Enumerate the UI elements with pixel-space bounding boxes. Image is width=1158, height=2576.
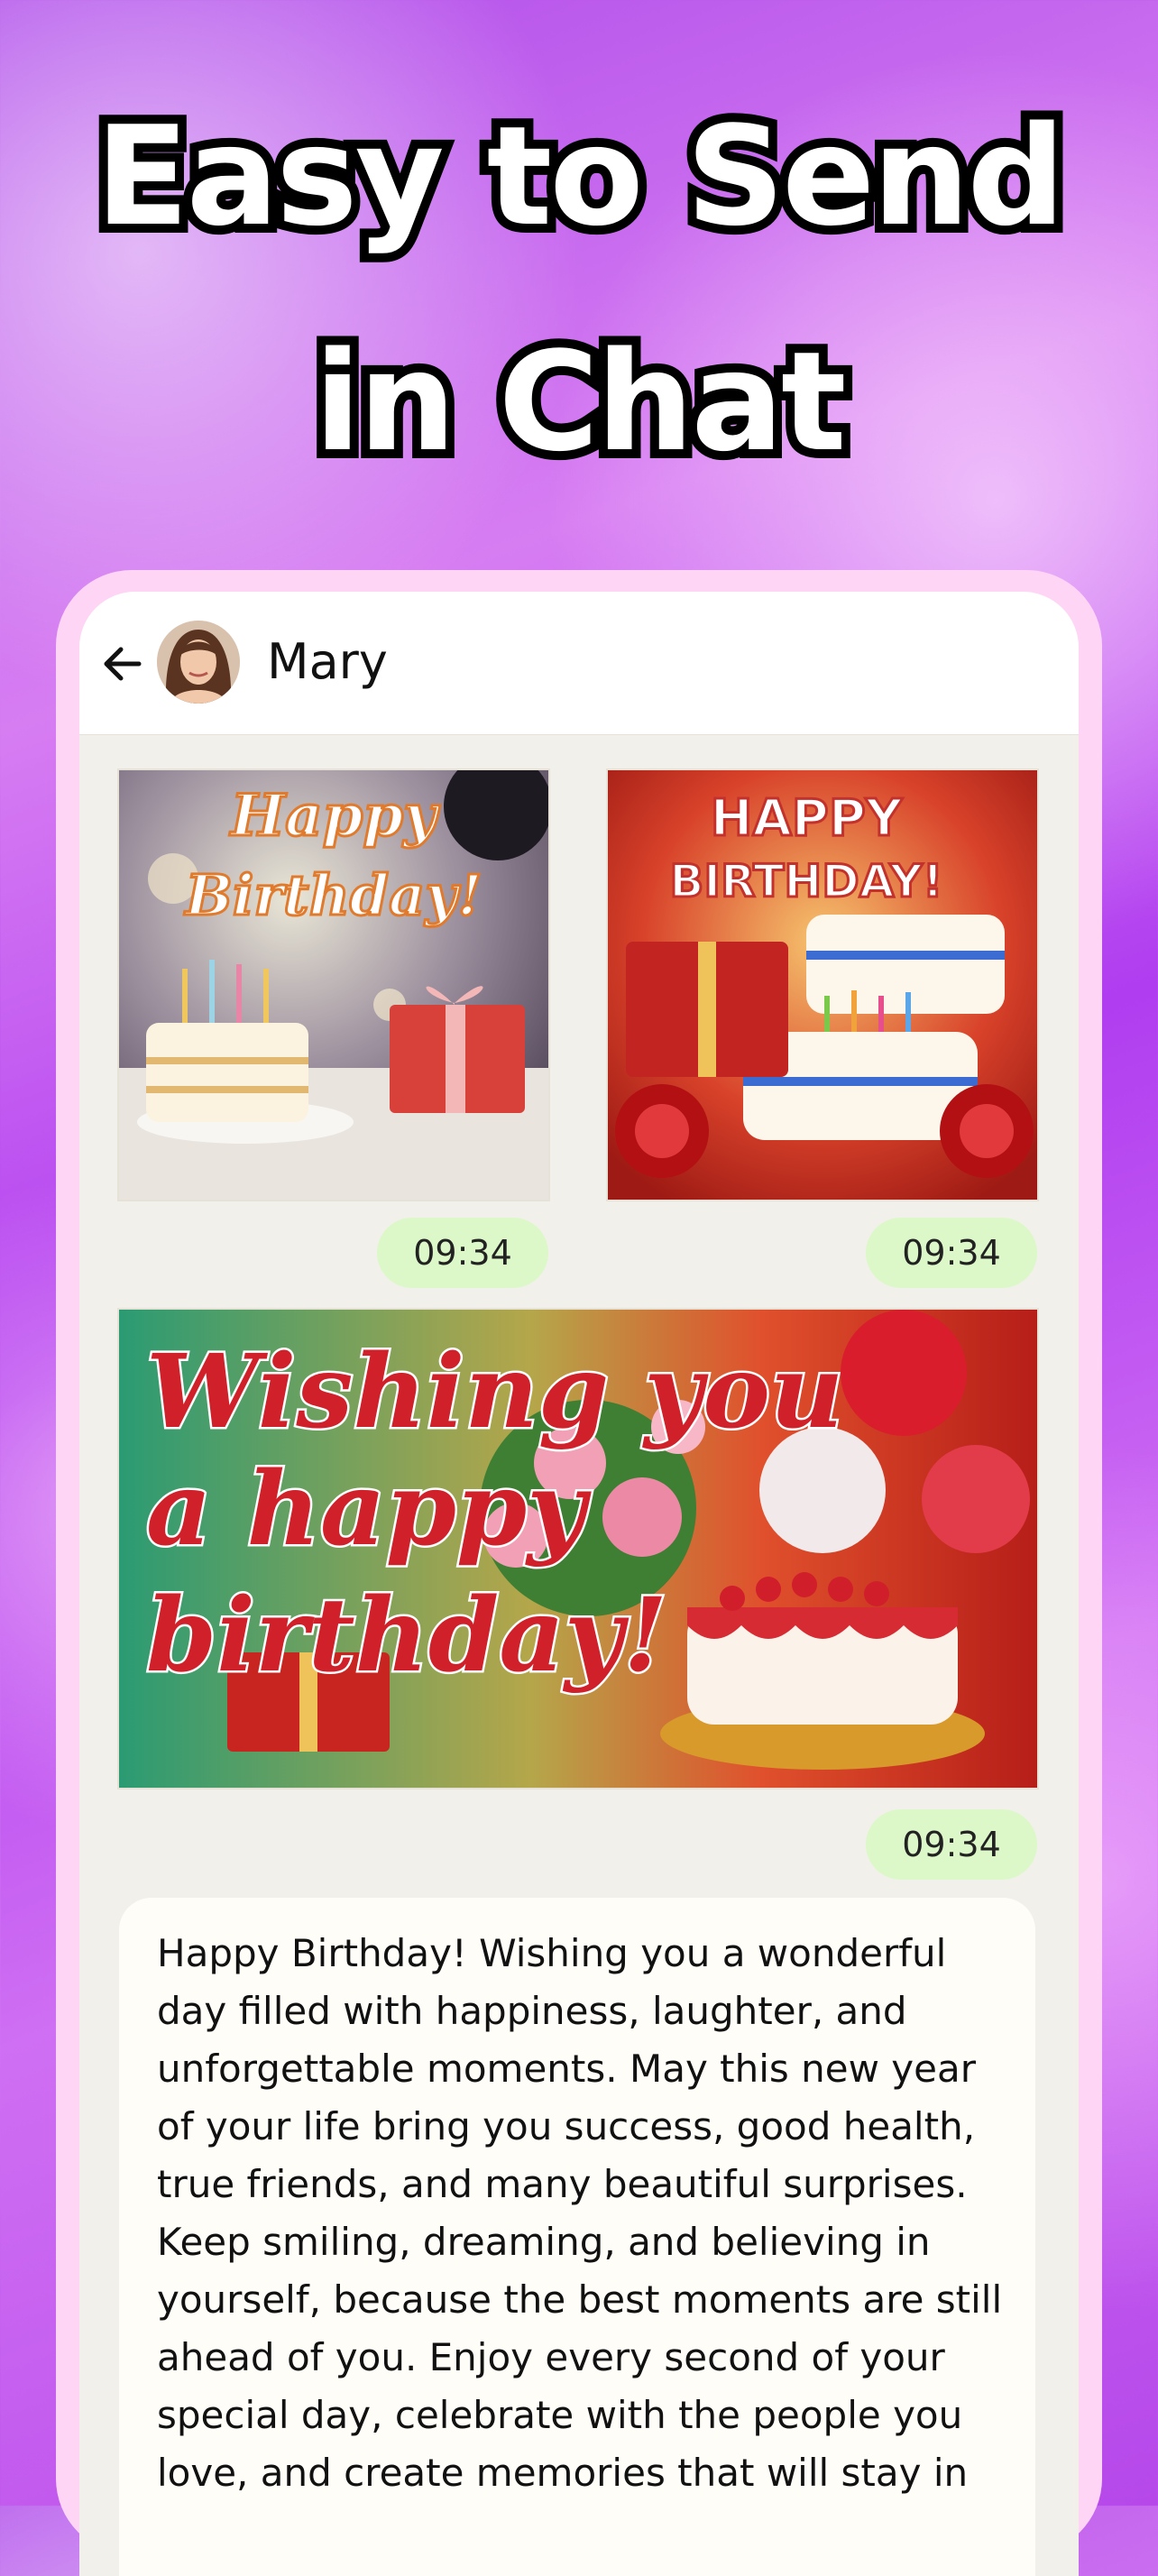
chat-screen: Mary Happy Birthday! 09:34 HAPPY BIRTHDA… bbox=[79, 592, 1079, 2576]
contact-name[interactable]: Mary bbox=[267, 633, 388, 690]
birthday-card-image-3[interactable]: Wishing you a happy birthday! bbox=[117, 1308, 1039, 1789]
text-message-bubble[interactable]: Happy Birthday! Wishing you a wonderful … bbox=[119, 1898, 1035, 2576]
card-3-text-line-1: Wishing you bbox=[146, 1333, 843, 1451]
headline-line-1: Easy to Send bbox=[87, 97, 1074, 256]
birthday-card-image-1[interactable]: Happy Birthday! bbox=[117, 768, 550, 1201]
card-3-text-line-2: a happy bbox=[146, 1450, 592, 1569]
card-1-text-line-2: Birthday! bbox=[183, 862, 482, 928]
card-3-text-line-3: birthday! bbox=[146, 1577, 667, 1695]
birthday-card-image-2[interactable]: HAPPY BIRTHDAY! bbox=[606, 768, 1039, 1201]
text-message-body: Happy Birthday! Wishing you a wonderful … bbox=[157, 1931, 1003, 2495]
message-time-2: 09:34 bbox=[866, 1218, 1037, 1288]
back-button[interactable] bbox=[96, 637, 150, 691]
message-time-3: 09:34 bbox=[866, 1809, 1037, 1880]
avatar[interactable] bbox=[157, 621, 240, 704]
card-2-text-line-1: HAPPY bbox=[711, 789, 904, 848]
card-2-text-line-2: BIRTHDAY! bbox=[669, 855, 942, 907]
card-1-text-line-1: Happy bbox=[229, 782, 440, 850]
chat-header: Mary bbox=[79, 592, 1079, 735]
arrow-left-icon bbox=[104, 647, 142, 681]
message-time-1: 09:34 bbox=[377, 1218, 548, 1288]
headline-line-2: in Chat bbox=[305, 322, 855, 482]
contact-avatar bbox=[157, 621, 240, 704]
